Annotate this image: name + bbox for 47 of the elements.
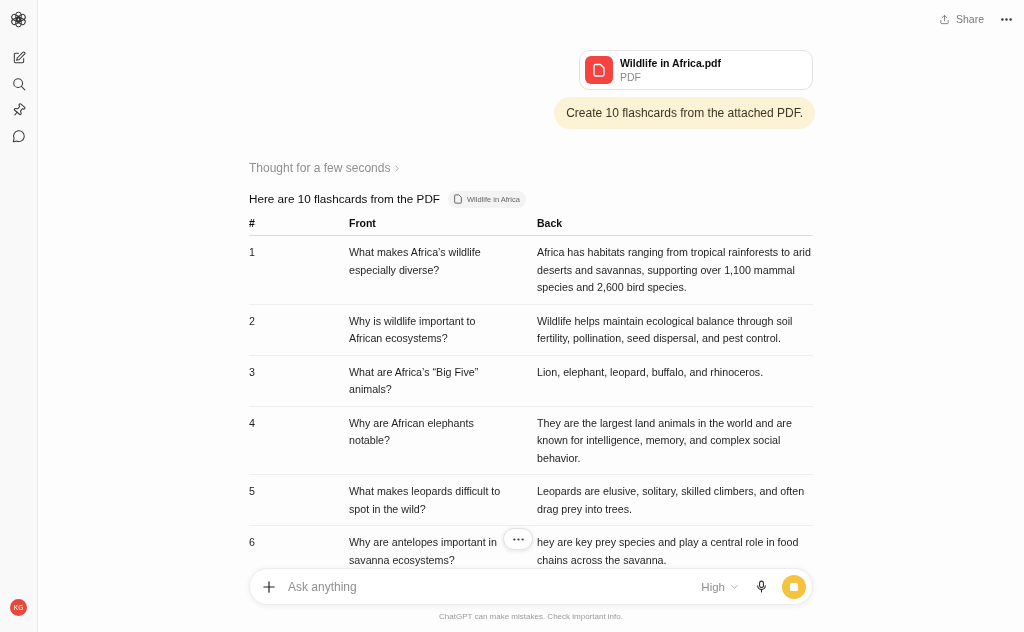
table-cell: Why is wildlife important to African ecosystems? bbox=[349, 314, 476, 344]
file-type: PDF bbox=[620, 69, 642, 85]
plus-icon[interactable] bbox=[263, 580, 275, 593]
table-cell: 5 bbox=[249, 485, 255, 497]
table-cell: Why are African elephants notable? bbox=[349, 416, 474, 446]
chevron-down-icon bbox=[731, 584, 738, 589]
file-attachment-card[interactable]: Wildlife in Africa.pdf PDF bbox=[579, 50, 813, 90]
table-cell: 6 bbox=[249, 536, 255, 548]
table-cell: They are the largest land animals in the world and are known for intelligence, memory, and complex social behavior. bbox=[537, 416, 792, 464]
column-header: Back bbox=[537, 217, 563, 229]
table-cell: 3 bbox=[249, 365, 255, 378]
file-icon bbox=[585, 56, 613, 84]
share-icon bbox=[938, 13, 950, 25]
stop-icon bbox=[790, 582, 798, 591]
logo-icon[interactable] bbox=[10, 11, 27, 28]
user-message: Create 10 flashcards from the attached PDF. bbox=[554, 97, 815, 129]
table-cell: Leopards are elusive, solitary, skilled climbers, and often drag prey into trees. bbox=[537, 485, 805, 515]
table-cell: Africa has habitats ranging from tropical rainforests to arid deserts and savannas, supporting over 1,100 mammal species and 2,600 bird species. bbox=[537, 246, 811, 293]
ellipsis-icon bbox=[512, 537, 524, 541]
table-cell: Lion, elephant, leopard, buffalo, and rhinoceros. bbox=[537, 365, 764, 378]
new-chat-icon[interactable] bbox=[11, 51, 26, 65]
pin-icon[interactable] bbox=[11, 103, 26, 117]
microphone-icon[interactable] bbox=[755, 580, 768, 593]
table-cell: Wildlife helps maintain ecological balance through soil fertility, pollination, seed dispersal, and pest control. bbox=[537, 314, 793, 344]
message-composer[interactable]: Ask anything High bbox=[249, 568, 813, 605]
table-cell: What makes Africa’s wildlife especially diverse? bbox=[349, 246, 481, 276]
column-header: Front bbox=[349, 217, 376, 229]
message-input[interactable]: Ask anything bbox=[288, 579, 702, 594]
table-cell: What are Africa’s “Big Five” animals? bbox=[349, 365, 479, 395]
file-name: Wildlife in Africa.pdf bbox=[620, 55, 722, 70]
chevron-right-icon bbox=[395, 164, 400, 172]
table-cell: 1 bbox=[249, 246, 255, 258]
intro-text: Here are 10 flashcards from the PDF bbox=[249, 192, 440, 206]
more-icon[interactable] bbox=[1001, 17, 1012, 21]
document-icon bbox=[454, 194, 462, 204]
search-icon[interactable] bbox=[11, 77, 26, 91]
thought-toggle[interactable]: Thought for a few seconds bbox=[249, 161, 400, 175]
table-cell: What makes leopards difficult to spot in the wild? bbox=[349, 485, 501, 515]
share-button[interactable]: Share bbox=[938, 9, 984, 29]
table-cell: Why are antelopes important in savanna ecosystems? bbox=[349, 536, 497, 566]
table-cell: 2 bbox=[249, 314, 255, 327]
table-cell: hey are key prey species and play a central role in food chains across the savanna. bbox=[537, 536, 799, 566]
chat-bubble-icon[interactable] bbox=[11, 129, 26, 143]
column-header: # bbox=[249, 217, 255, 229]
table-cell: 4 bbox=[249, 416, 255, 429]
disclaimer-text: ChatGPT can make mistakes. Check important info. bbox=[439, 611, 623, 623]
mode-dropdown[interactable]: High bbox=[701, 580, 738, 593]
